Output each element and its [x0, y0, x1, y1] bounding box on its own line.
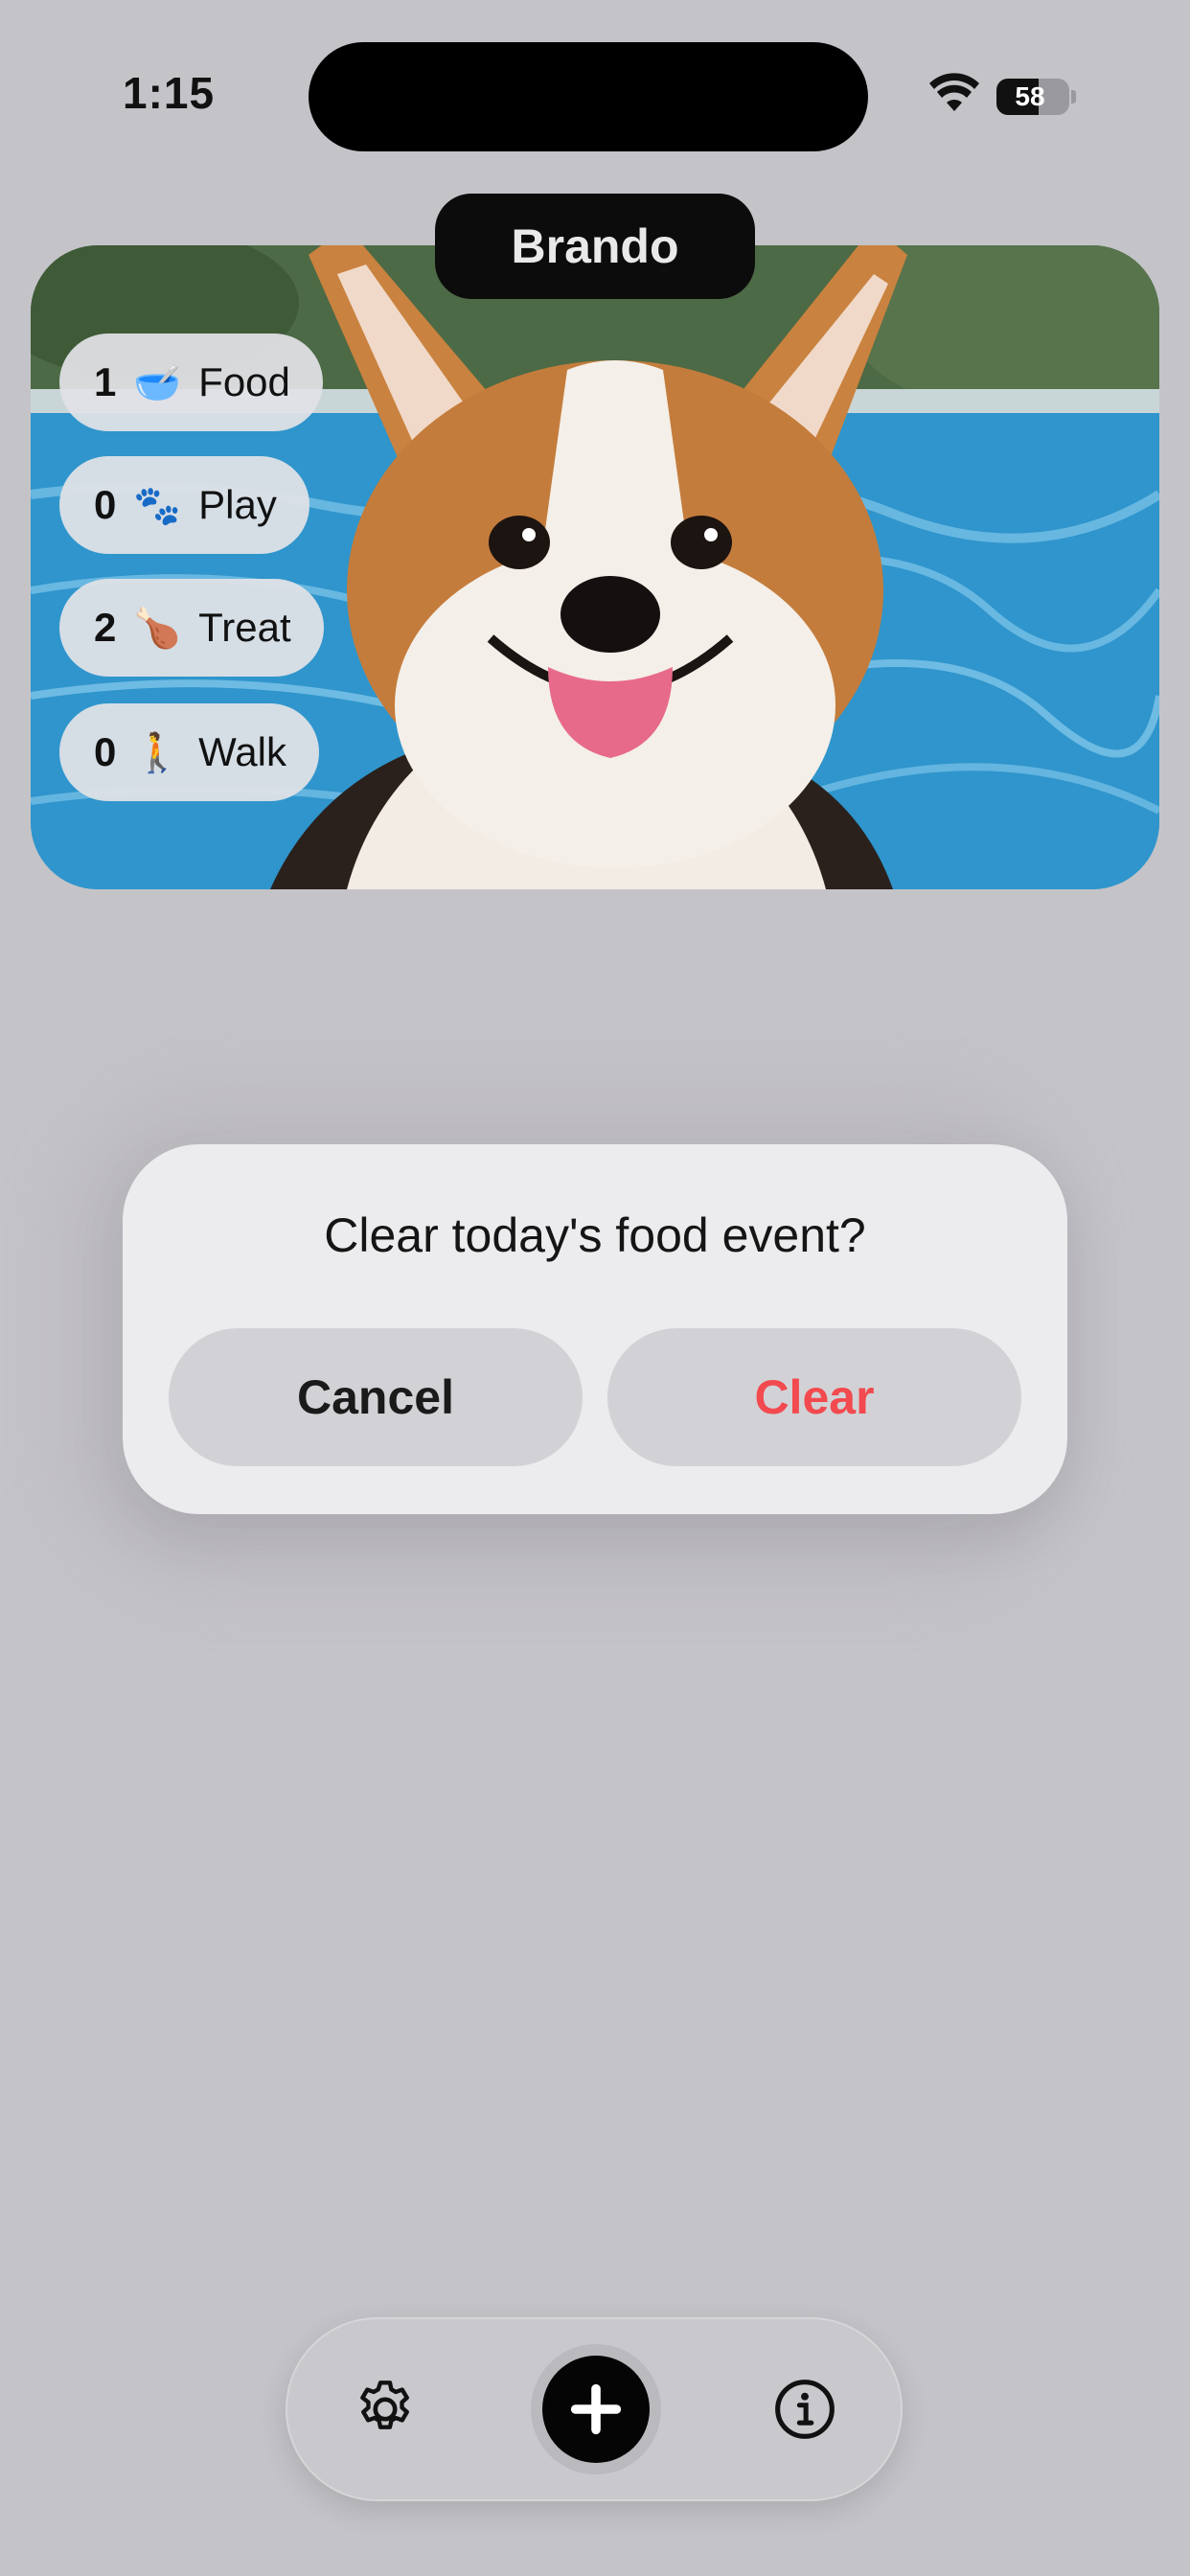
- dynamic-island: [309, 42, 868, 151]
- bottom-toolbar: [286, 2317, 903, 2501]
- stat-count: 2: [94, 605, 117, 650]
- drumstick-icon: 🍗: [133, 607, 182, 650]
- battery-indicator: 58: [996, 79, 1069, 115]
- status-time: 1:15: [123, 68, 216, 118]
- dialog-title: Clear today's food event?: [324, 1208, 866, 1262]
- info-icon: [775, 2380, 835, 2439]
- info-button[interactable]: [765, 2369, 845, 2450]
- food-bowl-icon: 🥣: [133, 361, 182, 404]
- stat-count: 0: [94, 482, 117, 527]
- stat-label: Walk: [198, 729, 286, 774]
- paw-prints-icon: 🐾: [133, 484, 182, 527]
- stat-count: 0: [94, 729, 117, 774]
- stat-label: Play: [198, 482, 277, 527]
- wifi-icon: [929, 73, 979, 111]
- gear-icon: [360, 2380, 409, 2429]
- walking-person-icon: 🚶: [133, 731, 182, 774]
- stat-pill-play[interactable]: 0 🐾 Play: [59, 456, 309, 554]
- stat-pill-walk[interactable]: 0 🚶 Walk: [59, 703, 319, 801]
- stat-label: Treat: [198, 605, 291, 650]
- settings-button[interactable]: [345, 2369, 425, 2450]
- plus-icon: [570, 2383, 622, 2435]
- stat-label: Food: [198, 359, 290, 404]
- add-event-button[interactable]: [542, 2356, 650, 2463]
- clear-button[interactable]: Clear: [607, 1328, 1021, 1466]
- confirm-dialog: Clear today's food event? Cancel Clear: [123, 1144, 1067, 1514]
- cancel-button[interactable]: Cancel: [169, 1328, 583, 1466]
- stat-count: 1: [94, 359, 117, 404]
- pet-name-label[interactable]: Brando: [435, 194, 755, 299]
- battery-cap: [1071, 90, 1076, 104]
- battery-level: 58: [1015, 81, 1045, 111]
- stat-pill-food[interactable]: 1 🥣 Food: [59, 334, 323, 431]
- stat-pill-treat[interactable]: 2 🍗 Treat: [59, 579, 324, 677]
- screen: 1:15 58 Brando 1 🥣 Food 0 🐾 Play 2 🍗 Tre…: [0, 0, 1190, 2576]
